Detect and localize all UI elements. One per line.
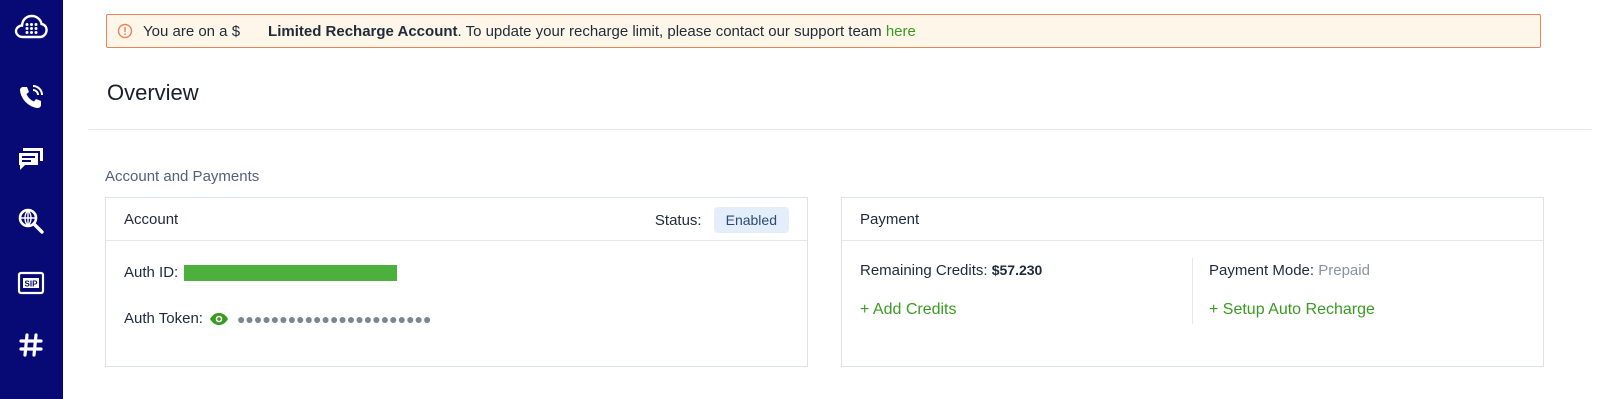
payment-mode-column: Payment Mode: Prepaid + Setup Auto Recha…	[1209, 262, 1375, 319]
status-group: Status: Enabled	[655, 207, 789, 233]
banner-text: You are on a $ Limited Recharge Account. …	[143, 23, 916, 40]
payment-card-title: Payment	[860, 211, 920, 228]
auth-id-redacted	[184, 264, 398, 281]
credits-column: Remaining Credits: $57.230 + Add Credits	[860, 262, 1042, 319]
payment-mode-label: Payment Mode:	[1209, 262, 1315, 279]
section-label: Account and Payments	[105, 168, 260, 185]
add-credits-link[interactable]: + Add Credits	[860, 301, 1042, 319]
account-card-title: Account	[124, 211, 179, 228]
page-title: Overview	[107, 80, 199, 105]
global-search-icon[interactable]	[12, 202, 50, 240]
messages-icon[interactable]	[12, 140, 50, 178]
phone-icon[interactable]	[12, 78, 50, 116]
sip-icon[interactable]: SIP	[12, 264, 50, 302]
account-card-header: Account Status: Enabled	[106, 198, 807, 241]
info-icon	[117, 23, 133, 39]
remaining-credits-value: $57.230	[991, 262, 1043, 278]
payment-card: Payment Remaining Credits: $57.230 + Add…	[841, 197, 1544, 367]
auth-token-label: Auth Token:	[124, 310, 203, 327]
account-card: Account Status: Enabled Auth ID: Auth To…	[105, 197, 808, 367]
banner-account-type: Limited Recharge Account	[268, 22, 458, 40]
banner-message: . To update your recharge limit, please …	[457, 22, 886, 40]
column-divider	[1192, 258, 1193, 324]
status-label: Status:	[654, 211, 702, 229]
auth-id-row: Auth ID:	[124, 264, 398, 281]
main-content: You are on a $ Limited Recharge Account. …	[62, 0, 1600, 399]
support-link[interactable]: here	[886, 23, 916, 40]
header-divider	[88, 129, 1592, 130]
payment-card-header: Payment	[842, 198, 1543, 241]
svg-text:SIP: SIP	[25, 279, 39, 288]
remaining-credits-label: Remaining Credits:	[860, 262, 988, 279]
auth-token-row: Auth Token: ●●●●●●●●●●●●●●●●●●●●●●●	[124, 310, 431, 327]
hash-icon[interactable]	[12, 326, 50, 364]
remaining-credits: Remaining Credits: $57.230	[860, 262, 1042, 279]
recharge-limit-banner: You are on a $ Limited Recharge Account. …	[106, 14, 1541, 48]
payment-mode: Payment Mode: Prepaid	[1209, 262, 1375, 279]
auth-id-label: Auth ID:	[124, 264, 179, 281]
banner-prefix: You are on a $	[143, 22, 241, 40]
sidebar: SIP	[0, 0, 63, 399]
cloud-dialpad-icon[interactable]	[12, 8, 50, 46]
payment-mode-value: Prepaid	[1318, 262, 1370, 279]
status-badge: Enabled	[713, 207, 789, 233]
auth-token-masked: ●●●●●●●●●●●●●●●●●●●●●●●	[236, 310, 432, 327]
setup-auto-recharge-link[interactable]: + Setup Auto Recharge	[1209, 301, 1375, 319]
show-token-eye-icon[interactable]	[209, 312, 229, 326]
